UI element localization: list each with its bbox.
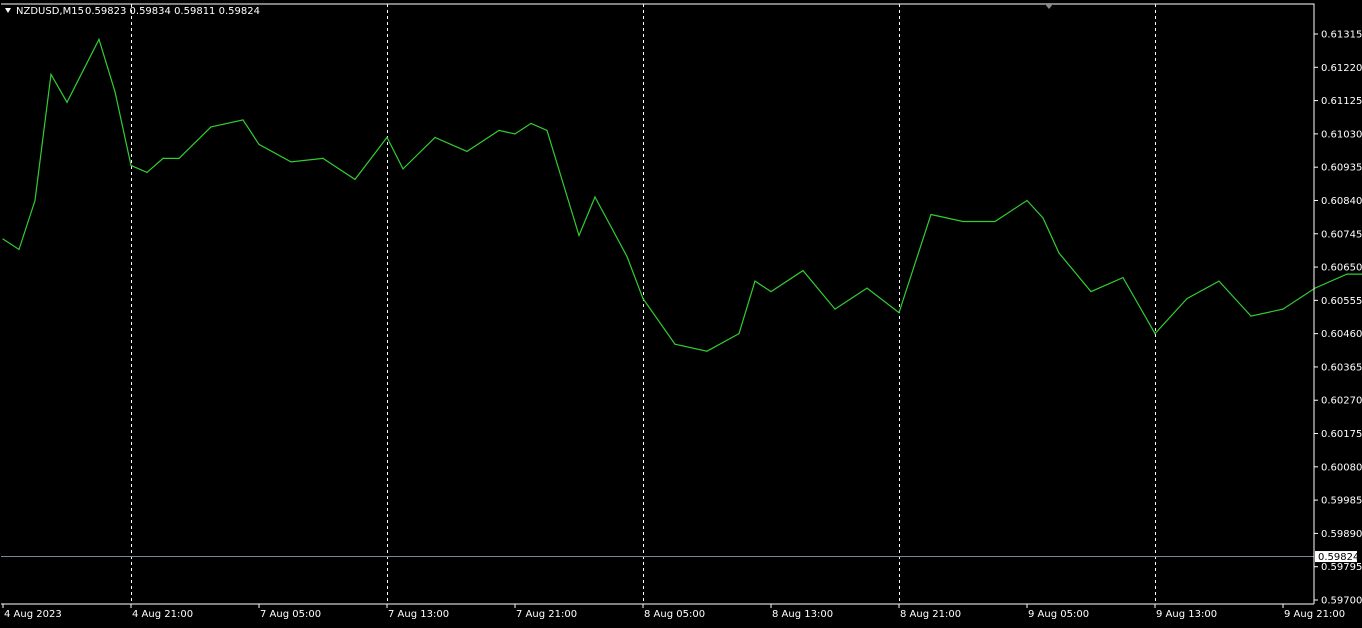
price-point bbox=[674, 343, 676, 345]
price-point bbox=[354, 178, 356, 180]
y-tick-label: 0.61315 bbox=[1321, 30, 1362, 41]
price-point bbox=[866, 287, 868, 289]
y-tick-label: 0.59890 bbox=[1321, 529, 1362, 540]
price-point bbox=[834, 308, 836, 310]
price-point bbox=[754, 280, 756, 282]
price-point bbox=[466, 150, 468, 152]
y-tick-label: 0.61030 bbox=[1321, 129, 1362, 140]
y-tick-label: 0.60555 bbox=[1321, 296, 1362, 307]
y-tick-label: 0.60365 bbox=[1321, 362, 1362, 373]
price-point bbox=[1314, 287, 1316, 289]
y-tick-label: 0.60935 bbox=[1321, 163, 1362, 174]
price-point bbox=[898, 312, 900, 314]
price-point bbox=[594, 196, 596, 198]
chart-background bbox=[0, 0, 1362, 628]
y-tick-label: 0.60840 bbox=[1321, 196, 1362, 207]
price-point bbox=[322, 157, 324, 159]
price-point bbox=[34, 199, 36, 202]
price-point bbox=[98, 38, 100, 40]
price-point bbox=[1154, 333, 1156, 335]
price-point bbox=[1346, 273, 1348, 275]
price-point bbox=[1186, 298, 1188, 300]
price-point bbox=[738, 333, 740, 335]
price-point bbox=[1090, 291, 1092, 293]
price-point bbox=[434, 136, 436, 138]
symbol-label: NZDUSD,M15 bbox=[16, 6, 84, 17]
y-tick-label: 0.61125 bbox=[1321, 96, 1362, 107]
y-tick-label: 0.60650 bbox=[1321, 263, 1362, 274]
x-tick-label: 8 Aug 21:00 bbox=[900, 609, 961, 620]
y-tick-label: 0.60745 bbox=[1321, 229, 1362, 240]
price-point bbox=[706, 350, 708, 352]
price-point bbox=[962, 220, 964, 223]
price-point bbox=[626, 255, 628, 258]
price-point bbox=[514, 133, 516, 135]
price-point bbox=[1122, 277, 1124, 279]
x-tick-label: 7 Aug 21:00 bbox=[516, 609, 577, 620]
y-tick-label: 0.59700 bbox=[1321, 596, 1362, 607]
price-point bbox=[402, 168, 404, 170]
price-point bbox=[2, 238, 4, 240]
price-point bbox=[258, 143, 260, 145]
price-point bbox=[930, 213, 932, 216]
x-tick-label: 7 Aug 05:00 bbox=[260, 609, 321, 620]
current-price-label: 0.59824 bbox=[1318, 552, 1359, 563]
price-point bbox=[130, 164, 132, 166]
y-tick-label: 0.60270 bbox=[1321, 396, 1362, 407]
x-tick-label: 8 Aug 05:00 bbox=[644, 609, 705, 620]
price-point bbox=[242, 119, 244, 121]
y-tick-label: 0.59985 bbox=[1321, 496, 1362, 507]
current-price-tag: 0.59824 bbox=[1315, 551, 1359, 563]
price-point bbox=[162, 157, 164, 159]
price-point bbox=[386, 136, 388, 138]
price-point bbox=[1218, 280, 1220, 282]
price-point bbox=[146, 171, 148, 173]
price-point bbox=[802, 270, 804, 272]
price-point bbox=[1282, 308, 1284, 310]
price-point bbox=[994, 220, 996, 223]
y-tick-label: 0.61220 bbox=[1321, 63, 1362, 74]
price-point bbox=[50, 73, 52, 75]
price-point bbox=[1250, 315, 1252, 317]
price-point bbox=[770, 291, 772, 293]
price-point bbox=[82, 70, 84, 72]
x-tick-label: 7 Aug 13:00 bbox=[388, 609, 449, 620]
price-point bbox=[178, 157, 180, 159]
y-tick-label: 0.60080 bbox=[1321, 462, 1362, 473]
y-tick-label: 0.60460 bbox=[1321, 329, 1362, 340]
price-point bbox=[18, 248, 20, 251]
price-point bbox=[642, 298, 644, 300]
x-tick-label: 9 Aug 13:00 bbox=[1156, 609, 1217, 620]
price-point bbox=[530, 122, 532, 124]
price-chart[interactable]: 0.61315 0.61220 0.61125 0.61030 0.60935 0.608… bbox=[0, 0, 1362, 628]
price-point bbox=[290, 161, 292, 163]
price-point bbox=[546, 129, 548, 131]
x-tick-label: 9 Aug 05:00 bbox=[1028, 609, 1089, 620]
ohlc-values: 0.59823 0.59834 0.59811 0.59824 bbox=[85, 6, 260, 17]
price-point bbox=[578, 234, 580, 237]
y-tick-label: 0.59795 bbox=[1321, 562, 1362, 573]
x-tick-label: 4 Aug 2023 bbox=[4, 609, 62, 620]
price-point bbox=[1026, 199, 1028, 202]
price-point bbox=[114, 91, 116, 93]
price-point bbox=[1042, 217, 1044, 219]
price-point bbox=[66, 101, 68, 103]
price-point bbox=[210, 126, 212, 128]
price-point bbox=[1058, 252, 1060, 254]
x-tick-label: 8 Aug 13:00 bbox=[772, 609, 833, 620]
x-tick-label: 4 Aug 21:00 bbox=[132, 609, 193, 620]
x-tick-label: 9 Aug 21:00 bbox=[1284, 609, 1345, 620]
price-point bbox=[498, 129, 500, 131]
y-tick-label: 0.60175 bbox=[1321, 429, 1362, 440]
